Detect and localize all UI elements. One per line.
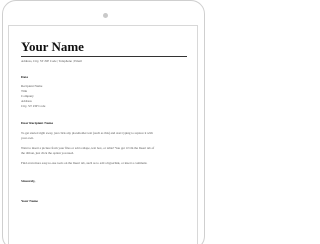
sender-name[interactable]: Your Name: [21, 40, 187, 54]
sender-contact[interactable]: Address, City, ST ZIP Code | Telephone |…: [21, 59, 187, 64]
recipient-block: Recipient Name Title Company Address Cit…: [21, 84, 187, 109]
camera-icon: [103, 13, 108, 18]
signature-name[interactable]: Your Name: [21, 199, 187, 204]
body-paragraph-2[interactable]: Want to insert a picture from your files…: [21, 146, 155, 156]
tablet-device: Your Name Address, City, ST ZIP Code | T…: [0, 0, 207, 244]
recipient-city[interactable]: City, ST ZIP Code: [21, 104, 187, 109]
salutation[interactable]: Dear Recipient Name: [21, 121, 187, 126]
letter-date[interactable]: Date: [21, 75, 187, 80]
document-screen: Your Name Address, City, ST ZIP Code | T…: [8, 25, 198, 244]
body-paragraph-3[interactable]: Find even more easy-to-use tools on the …: [21, 161, 155, 166]
body-paragraph-1[interactable]: To get started right away, just click an…: [21, 131, 155, 141]
closing[interactable]: Sincerely,: [21, 179, 187, 184]
letter-document: Your Name Address, City, ST ZIP Code | T…: [21, 40, 187, 204]
header-divider: [21, 56, 187, 57]
